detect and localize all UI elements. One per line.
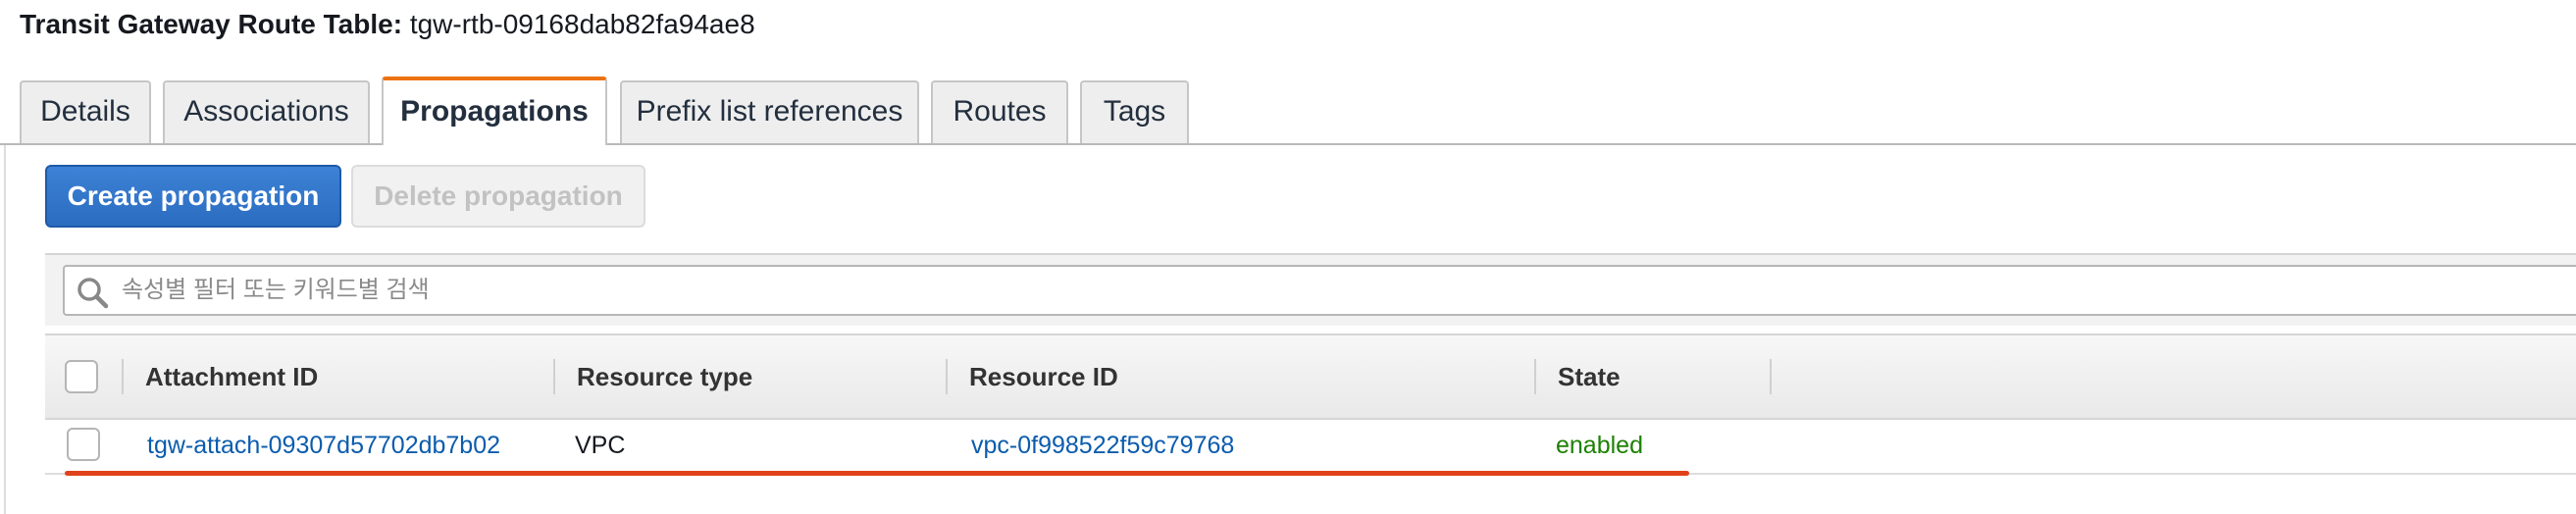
- tab-tags[interactable]: Tags: [1080, 80, 1189, 143]
- column-header-attachment-id[interactable]: Attachment ID: [145, 335, 318, 418]
- page-title: Transit Gateway Route Table: tgw-rtb-091…: [20, 8, 755, 41]
- tab-associations[interactable]: Associations: [163, 80, 370, 143]
- resource-type-cell: VPC: [575, 432, 626, 459]
- column-header-resource-id[interactable]: Resource ID: [969, 335, 1118, 418]
- search-input[interactable]: 속성별 필터 또는 키워드별 검색: [63, 265, 2576, 316]
- tab-propagations[interactable]: Propagations: [382, 77, 607, 145]
- column-header-resource-type[interactable]: Resource type: [577, 335, 752, 418]
- resource-id-link[interactable]: vpc-0f998522f59c79768: [971, 418, 1234, 473]
- column-divider: [553, 359, 555, 394]
- column-divider: [1534, 359, 1536, 394]
- route-table-id: tgw-rtb-09168dab82fa94ae8: [409, 9, 755, 39]
- tab-routes[interactable]: Routes: [931, 80, 1068, 143]
- search-placeholder: 속성별 필터 또는 키워드별 검색: [122, 277, 430, 303]
- page-title-label: Transit Gateway Route Table:: [20, 9, 403, 39]
- state-cell: enabled: [1556, 432, 1643, 459]
- column-divider: [1770, 359, 1772, 394]
- select-all-checkbox[interactable]: [65, 360, 98, 393]
- tab-details[interactable]: Details: [20, 80, 151, 143]
- create-propagation-button[interactable]: Create propagation: [45, 165, 341, 228]
- column-divider: [946, 359, 948, 394]
- row-checkbox[interactable]: [67, 428, 100, 461]
- column-divider: [122, 359, 124, 394]
- delete-propagation-button[interactable]: Delete propagation: [351, 165, 645, 228]
- filter-bar: 속성별 필터 또는 키워드별 검색: [45, 253, 2576, 326]
- table-header: Attachment ID Resource type Resource ID …: [45, 334, 2576, 420]
- column-header-state[interactable]: State: [1558, 335, 1621, 418]
- annotation-underline: [65, 471, 1689, 476]
- attachment-id-link[interactable]: tgw-attach-09307d57702db7b02: [147, 418, 500, 473]
- table-row[interactable]: tgw-attach-09307d57702db7b02 VPC vpc-0f9…: [45, 418, 2576, 475]
- tab-prefix-list-references[interactable]: Prefix list references: [620, 80, 919, 143]
- search-icon: [77, 278, 109, 309]
